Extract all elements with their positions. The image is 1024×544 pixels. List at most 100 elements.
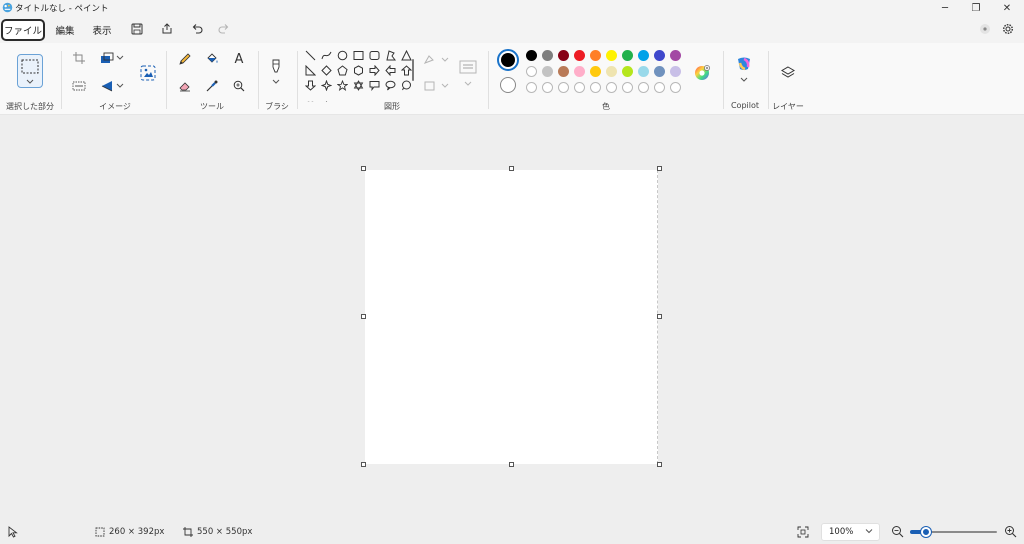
shape-curve-icon[interactable] — [319, 48, 334, 62]
shape-star-five-icon[interactable] — [335, 78, 350, 92]
group-label-brushes: ブラシ — [265, 102, 289, 111]
image-generate-icon[interactable] — [138, 63, 158, 83]
zoom-in-icon[interactable] — [1004, 525, 1017, 541]
shape-fill-button[interactable] — [423, 77, 449, 95]
palette-color-swatch[interactable] — [638, 50, 649, 61]
text-tool-icon[interactable]: A — [230, 50, 248, 68]
primary-color-swatch[interactable] — [497, 49, 519, 71]
save-icon[interactable] — [129, 21, 145, 37]
resize-handle-bottom-right[interactable] — [657, 462, 662, 467]
shape-arrow-left-icon[interactable] — [383, 63, 398, 77]
shape-arrow-right-icon[interactable] — [367, 63, 382, 77]
drawing-canvas[interactable] — [365, 170, 658, 464]
minimize-button[interactable]: ─ — [930, 0, 960, 16]
shape-pentagon-icon[interactable] — [335, 63, 350, 77]
palette-color-swatch[interactable] — [606, 50, 617, 61]
palette-color-swatch[interactable] — [558, 66, 569, 77]
palette-color-swatch[interactable] — [622, 50, 633, 61]
palette-color-swatch[interactable] — [590, 66, 601, 77]
resize-handle-top-left[interactable] — [361, 166, 366, 171]
menu-edit[interactable]: 編集 — [51, 19, 79, 41]
shape-callout-rect-icon[interactable] — [367, 78, 382, 92]
fill-bucket-icon[interactable] — [203, 50, 221, 68]
close-button[interactable]: ✕ — [992, 0, 1022, 16]
brushes-button[interactable] — [267, 57, 285, 87]
palette-color-swatch[interactable] — [654, 66, 665, 77]
palette-color-swatch[interactable] — [574, 50, 585, 61]
shape-oval-icon[interactable] — [335, 48, 350, 62]
shape-hexagon-icon[interactable] — [351, 63, 366, 77]
window-title: タイトルなし - ペイント — [15, 4, 109, 14]
shape-arrow-down-icon[interactable] — [303, 78, 318, 92]
zoom-out-icon[interactable] — [891, 525, 904, 541]
custom-color-slot[interactable] — [622, 82, 633, 93]
shape-star-four-icon[interactable] — [319, 78, 334, 92]
custom-color-slot[interactable] — [558, 82, 569, 93]
resize-handle-right[interactable] — [657, 314, 662, 319]
palette-color-swatch[interactable] — [670, 66, 681, 77]
copilot-button[interactable] — [734, 55, 754, 85]
undo-icon[interactable] — [189, 21, 205, 37]
settings-gear-icon[interactable] — [1000, 21, 1016, 37]
rotate-chevron-down-icon[interactable] — [114, 77, 126, 95]
redo-icon[interactable] — [216, 21, 232, 37]
custom-color-slot[interactable] — [590, 82, 601, 93]
shape-diamond-icon[interactable] — [319, 63, 334, 77]
resize-handle-left[interactable] — [361, 314, 366, 319]
shape-polygon-icon[interactable] — [383, 48, 398, 62]
zoom-level-select[interactable]: 100% — [821, 523, 880, 541]
menu-file[interactable]: ファイル — [1, 19, 45, 41]
palette-color-swatch[interactable] — [590, 50, 601, 61]
custom-color-slot[interactable] — [654, 82, 665, 93]
shape-outline-button[interactable] — [423, 51, 449, 69]
custom-color-slot[interactable] — [670, 82, 681, 93]
resize-handle-bottom-left[interactable] — [361, 462, 366, 467]
palette-color-swatch[interactable] — [574, 66, 585, 77]
restore-button[interactable]: ❐ — [961, 0, 991, 16]
palette-color-swatch[interactable] — [542, 66, 553, 77]
palette-color-swatch[interactable] — [670, 50, 681, 61]
custom-color-slot[interactable] — [606, 82, 617, 93]
custom-color-slot[interactable] — [638, 82, 649, 93]
palette-color-swatch[interactable] — [526, 66, 537, 77]
shape-line-icon[interactable] — [303, 48, 318, 62]
resize-chevron-down-icon[interactable] — [114, 49, 126, 67]
magnifier-icon[interactable] — [230, 77, 248, 95]
shape-callout-oval-icon[interactable] — [383, 78, 398, 92]
palette-color-swatch[interactable] — [542, 50, 553, 61]
shape-star-six-icon[interactable] — [351, 78, 366, 92]
shape-rectangle-icon[interactable] — [351, 48, 366, 62]
palette-color-swatch[interactable] — [606, 66, 617, 77]
layers-icon[interactable] — [778, 63, 798, 83]
secondary-color-swatch[interactable] — [500, 77, 516, 93]
custom-color-slot[interactable] — [542, 82, 553, 93]
canvas-workspace[interactable] — [0, 116, 1024, 520]
fit-to-window-icon[interactable] — [797, 526, 809, 541]
pencil-icon[interactable] — [176, 50, 194, 68]
zoom-slider-thumb[interactable] — [921, 527, 931, 537]
crop-icon[interactable] — [70, 49, 88, 67]
share-icon[interactable] — [159, 21, 175, 37]
shape-rounded-rectangle-icon[interactable] — [367, 48, 382, 62]
eraser-icon[interactable] — [176, 77, 194, 95]
menu-view[interactable]: 表示 — [88, 19, 116, 41]
shapes-scrollbar[interactable] — [412, 59, 414, 81]
select-all-icon[interactable] — [70, 77, 88, 95]
shape-right-triangle-icon[interactable] — [303, 63, 318, 77]
selection-button[interactable] — [17, 54, 43, 88]
palette-color-swatch[interactable] — [638, 66, 649, 77]
custom-color-slot[interactable] — [526, 82, 537, 93]
edit-colors-icon[interactable] — [692, 63, 712, 83]
palette-color-swatch[interactable] — [558, 50, 569, 61]
palette-color-swatch[interactable] — [654, 50, 665, 61]
zoom-slider-track[interactable] — [930, 531, 997, 533]
shape-size-button[interactable] — [458, 57, 478, 89]
account-icon[interactable] — [977, 21, 993, 37]
palette-color-swatch[interactable] — [622, 66, 633, 77]
resize-handle-top[interactable] — [509, 166, 514, 171]
palette-color-swatch[interactable] — [526, 50, 537, 61]
color-picker-icon[interactable] — [203, 77, 221, 95]
resize-handle-bottom[interactable] — [509, 462, 514, 467]
resize-handle-top-right[interactable] — [657, 166, 662, 171]
custom-color-slot[interactable] — [574, 82, 585, 93]
